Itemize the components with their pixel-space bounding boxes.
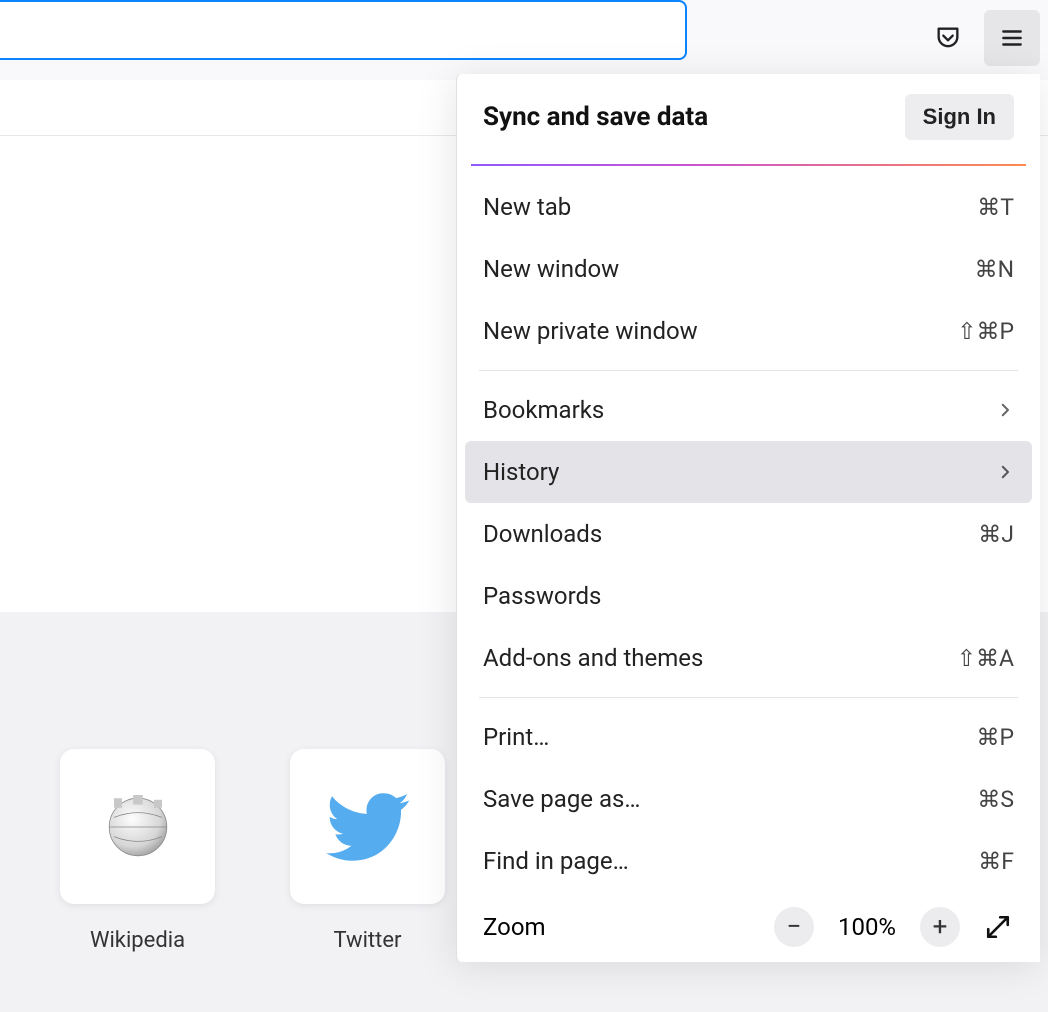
shortcut-tile-wikipedia[interactable]	[60, 749, 215, 904]
menu-item-label: New window	[483, 255, 619, 283]
menu-item-label: New private window	[483, 317, 698, 345]
menu-item-label: New tab	[483, 193, 571, 221]
pocket-button[interactable]	[924, 14, 972, 62]
menu-item-label: Add-ons and themes	[483, 644, 703, 672]
menu-item-label: History	[483, 458, 559, 486]
menu-item-shortcut: ⇧⌘P	[957, 318, 1014, 345]
menu-item-shortcut: ⌘S	[977, 786, 1014, 813]
menu-item-addons[interactable]: Add-ons and themes ⇧⌘A	[465, 627, 1032, 689]
chevron-right-icon	[996, 401, 1014, 419]
menu-list: New tab ⌘T New window ⌘N New private win…	[457, 166, 1040, 962]
menu-item-save-page[interactable]: Save page as… ⌘S	[465, 768, 1032, 830]
url-bar[interactable]	[0, 0, 687, 60]
fullscreen-button[interactable]	[978, 907, 1018, 947]
menu-item-shortcut: ⇧⌘A	[957, 645, 1014, 672]
zoom-percent: 100%	[832, 913, 902, 941]
sync-title: Sync and save data	[483, 102, 708, 132]
wikipedia-icon	[98, 787, 178, 867]
twitter-icon	[323, 782, 413, 872]
app-menu-button[interactable]	[984, 10, 1040, 66]
sign-in-button[interactable]: Sign In	[905, 94, 1014, 140]
app-menu-panel: Sync and save data Sign In New tab ⌘T Ne…	[456, 74, 1040, 962]
menu-separator	[479, 370, 1018, 371]
zoom-controls: − 100% +	[774, 907, 1018, 947]
menu-item-passwords[interactable]: Passwords	[465, 565, 1032, 627]
menu-item-zoom: Zoom − 100% +	[465, 892, 1032, 962]
toolbar-actions	[924, 10, 1040, 66]
menu-item-shortcut: ⌘F	[978, 848, 1014, 875]
plus-icon: +	[933, 912, 948, 942]
pocket-icon	[934, 24, 962, 52]
hamburger-icon	[999, 25, 1025, 51]
menu-item-shortcut: ⌘N	[975, 256, 1014, 283]
menu-item-bookmarks[interactable]: Bookmarks	[465, 379, 1032, 441]
sync-row: Sync and save data Sign In	[457, 74, 1040, 148]
menu-separator	[479, 697, 1018, 698]
menu-item-label: Print…	[483, 723, 549, 751]
menu-item-label: Downloads	[483, 520, 602, 548]
menu-item-shortcut: ⌘P	[976, 724, 1014, 751]
menu-item-print[interactable]: Print… ⌘P	[465, 706, 1032, 768]
shortcut-tile-twitter[interactable]	[290, 749, 445, 904]
menu-item-label: Find in page…	[483, 847, 629, 875]
menu-item-label: Passwords	[483, 582, 601, 610]
menu-item-shortcut: ⌘T	[977, 194, 1014, 221]
zoom-out-button[interactable]: −	[774, 907, 814, 947]
menu-item-new-window[interactable]: New window ⌘N	[465, 238, 1032, 300]
browser-toolbar	[0, 0, 1048, 75]
menu-item-downloads[interactable]: Downloads ⌘J	[465, 503, 1032, 565]
zoom-in-button[interactable]: +	[920, 907, 960, 947]
menu-item-find[interactable]: Find in page… ⌘F	[465, 830, 1032, 892]
menu-item-label: Save page as…	[483, 785, 640, 813]
menu-item-history[interactable]: History	[465, 441, 1032, 503]
fullscreen-icon	[985, 914, 1011, 940]
menu-item-label: Bookmarks	[483, 396, 604, 424]
shortcut-label-twitter: Twitter	[290, 928, 445, 953]
menu-item-new-private-window[interactable]: New private window ⇧⌘P	[465, 300, 1032, 362]
menu-item-new-tab[interactable]: New tab ⌘T	[465, 176, 1032, 238]
menu-item-shortcut: ⌘J	[978, 521, 1014, 548]
shortcut-label-wikipedia: Wikipedia	[60, 928, 215, 953]
chevron-right-icon	[996, 463, 1014, 481]
zoom-label: Zoom	[483, 913, 546, 941]
minus-icon: −	[787, 912, 802, 942]
